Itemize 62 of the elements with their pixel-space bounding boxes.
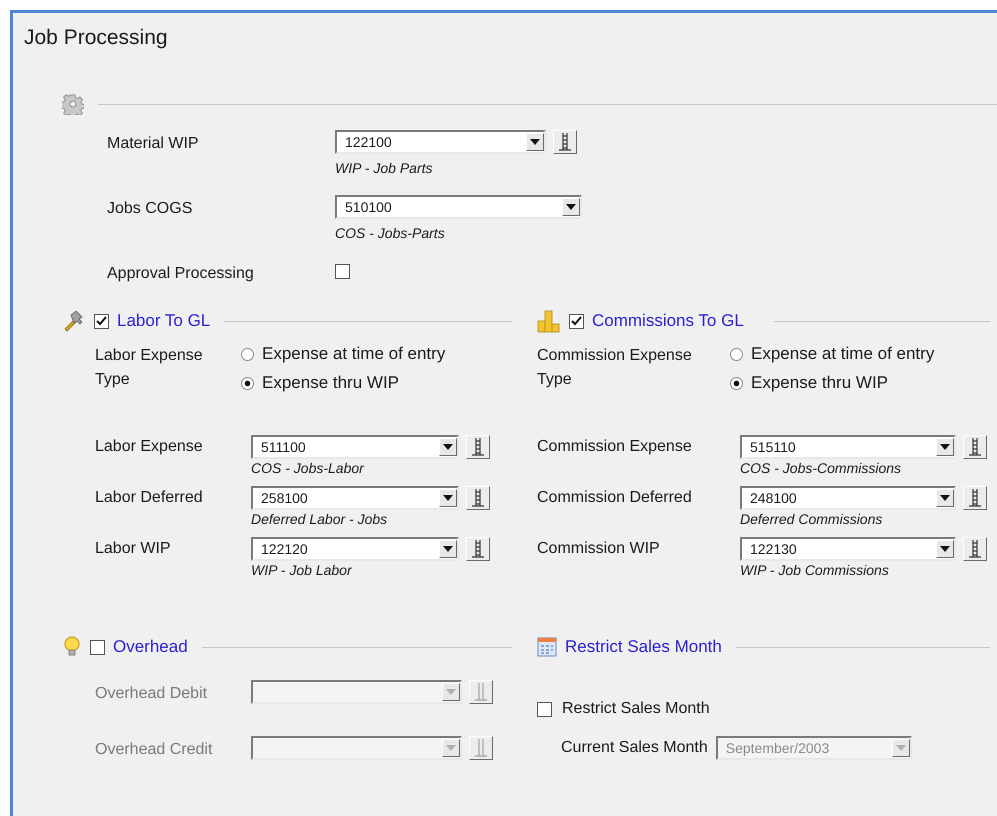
account-description: WIP - Job Parts	[335, 160, 433, 176]
account-description: COS - Jobs-Parts	[335, 225, 445, 241]
lightbulb-icon	[62, 636, 82, 658]
section-title: Labor To GL	[117, 311, 210, 331]
radio-button[interactable]	[730, 348, 743, 360]
radio-button[interactable]	[241, 348, 254, 360]
checkbox[interactable]	[569, 314, 584, 328]
checkbox[interactable]	[94, 314, 109, 328]
field-label: Approval Processing	[107, 264, 255, 283]
lookup-button[interactable]	[466, 435, 490, 459]
lookup-button[interactable]	[469, 736, 493, 760]
calendar-icon	[537, 637, 557, 657]
field-label: Jobs COGS	[107, 199, 194, 218]
field-label: Material WIP	[107, 134, 200, 153]
account-description: Deferred Labor - Jobs	[251, 511, 388, 527]
account-description: COS - Jobs-Commissions	[740, 460, 902, 476]
account-dropdown[interactable]: 248100	[740, 486, 956, 510]
lookup-button[interactable]	[963, 435, 987, 459]
account-dropdown[interactable]: 122100	[335, 130, 546, 154]
account-description: WIP - Job Commissions	[740, 562, 890, 578]
radio-label: Expense at time of entry	[262, 344, 446, 364]
checkbox[interactable]	[335, 264, 350, 279]
account-dropdown[interactable]: 122120	[251, 537, 459, 561]
field-label: Commission Expense Type	[537, 346, 693, 390]
checkbox[interactable]	[90, 640, 105, 654]
radio-label: Expense thru WIP	[262, 373, 400, 393]
account-dropdown[interactable]: 511100	[251, 435, 459, 459]
lookup-button[interactable]	[466, 537, 490, 561]
window-title: Job Processing	[24, 25, 168, 50]
account-dropdown[interactable]: 515110	[740, 435, 956, 459]
field-label: Labor WIP	[95, 539, 172, 558]
account-dropdown[interactable]: 122130	[740, 537, 956, 561]
gear-icon	[62, 93, 84, 115]
lookup-button[interactable]	[469, 680, 493, 704]
section-title: Overhead	[113, 637, 188, 657]
radio-button[interactable]	[241, 376, 254, 390]
field-label: Overhead Credit	[95, 740, 214, 758]
lookup-button[interactable]	[963, 486, 987, 510]
field-label: Commission WIP	[537, 539, 661, 558]
field-label: Overhead Debit	[95, 684, 208, 702]
radio-label: Expense at time of entry	[751, 344, 934, 364]
account-dropdown[interactable]: 510100	[335, 195, 582, 219]
radio-label: Expense thru WIP	[751, 373, 888, 393]
checkbox-label: Restrict Sales Month	[562, 700, 710, 718]
account-description: Deferred Commissions	[740, 511, 884, 527]
coins-icon	[537, 309, 561, 333]
section-title: Restrict Sales Month	[565, 637, 722, 657]
checkbox[interactable]	[537, 702, 552, 716]
account-description: WIP - Job Labor	[251, 562, 353, 578]
lookup-button[interactable]	[963, 537, 987, 561]
lookup-button[interactable]	[553, 130, 577, 154]
field-label: Labor Deferred	[95, 488, 204, 507]
account-dropdown[interactable]: 258100	[251, 486, 459, 510]
field-label: Labor Expense	[95, 437, 204, 456]
lookup-button[interactable]	[466, 486, 490, 510]
field-label: Labor Expense Type	[95, 346, 204, 390]
field-label: Commission Deferred	[537, 488, 693, 507]
section-title: Commissions To GL	[592, 311, 744, 331]
field-label: Commission Expense	[537, 437, 693, 456]
field-label: Current Sales Month	[561, 739, 708, 757]
account-description: COS - Jobs-Labor	[251, 460, 366, 476]
radio-button[interactable]	[730, 376, 743, 390]
